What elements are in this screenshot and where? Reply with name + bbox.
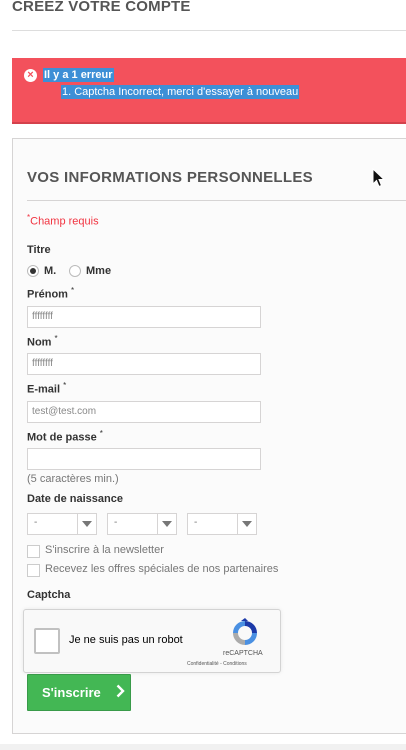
required-asterisk: *: [63, 381, 67, 390]
birthdate-month-select[interactable]: -: [107, 513, 177, 535]
error-circle-icon: ×: [24, 69, 37, 82]
error-alert: × Il y a 1 erreur 1. Captcha Incorrect, m…: [12, 58, 406, 124]
birthdate-year-value: -: [194, 517, 198, 528]
alert-error-text: Captcha Incorrect, merci d'essayer à nou…: [74, 86, 299, 98]
newsletter-checkbox[interactable]: [27, 545, 40, 558]
alert-error-number: 1.: [62, 86, 72, 98]
chevron-down-icon: [157, 514, 176, 534]
chevron-down-icon: [77, 514, 96, 534]
birthdate-month-value: -: [114, 517, 118, 528]
birthdate-label: Date de naissance: [27, 493, 123, 505]
alert-error-item: 1. Captcha Incorrect, merci d'essayer à n…: [61, 85, 300, 99]
recaptcha-links[interactable]: Confidentialité - Conditions: [187, 661, 247, 667]
captcha-label: Captcha: [27, 589, 71, 601]
chevron-down-icon: [237, 514, 256, 534]
email-label-text: E-mail: [27, 383, 61, 396]
email-label: E-mail *: [27, 381, 66, 396]
recaptcha-checkbox[interactable]: [34, 628, 60, 654]
radio-mrs-label[interactable]: Mme: [86, 265, 111, 277]
page-title: Créez votre compte: [12, 0, 191, 15]
birthdate-day-select[interactable]: -: [27, 513, 97, 535]
lastname-input[interactable]: ffffffff: [27, 353, 261, 375]
required-asterisk: *: [99, 429, 103, 438]
lastname-label: Nom *: [27, 334, 58, 349]
mouse-cursor-icon: [372, 168, 385, 188]
radio-mrs[interactable]: [69, 265, 81, 277]
submit-button[interactable]: S'inscrire: [27, 674, 131, 711]
required-note-text: Champ requis: [30, 215, 99, 228]
birthdate-year-select[interactable]: -: [187, 513, 257, 535]
title-divider: [12, 30, 406, 31]
required-asterisk: *: [54, 334, 58, 343]
password-label: Mot de passe *: [27, 429, 103, 444]
birthdate-day-value: -: [34, 517, 38, 528]
lastname-label-text: Nom: [27, 336, 52, 349]
submit-label: S'inscrire: [42, 685, 101, 700]
section-divider: [27, 200, 406, 201]
chevron-right-icon: [116, 684, 125, 698]
password-label-text: Mot de passe: [27, 431, 97, 444]
password-input[interactable]: [27, 448, 261, 470]
recaptcha-widget: Je ne suis pas un robot reCAPTCHA Confid…: [23, 609, 281, 673]
radio-mr-label[interactable]: M.: [44, 265, 56, 277]
password-hint: (5 caractères min.): [27, 473, 119, 485]
firstname-label: Prénom *: [27, 286, 74, 301]
title-label: Titre: [27, 244, 51, 256]
firstname-label-text: Prénom: [27, 288, 68, 301]
optin-label[interactable]: Recevez les offres spéciales de nos part…: [45, 563, 278, 575]
footer-strip: [0, 744, 406, 750]
required-asterisk: *: [71, 286, 75, 295]
section-title: Vos informations personnelles: [27, 169, 313, 186]
account-form-panel: Vos informations personnelles *Champ req…: [12, 138, 406, 734]
firstname-input[interactable]: ffffffff: [27, 306, 261, 328]
newsletter-label[interactable]: S'inscrire à la newsletter: [45, 544, 164, 556]
radio-mr[interactable]: [27, 265, 39, 277]
recaptcha-text: Je ne suis pas un robot: [69, 634, 183, 646]
email-input[interactable]: test@test.com: [27, 401, 261, 423]
recaptcha-logo-icon: [233, 618, 257, 645]
required-note: *Champ requis: [27, 213, 99, 228]
alert-heading: Il y a 1 erreur: [43, 68, 114, 82]
recaptcha-brand: reCAPTCHA: [223, 650, 263, 657]
optin-checkbox[interactable]: [27, 564, 40, 577]
